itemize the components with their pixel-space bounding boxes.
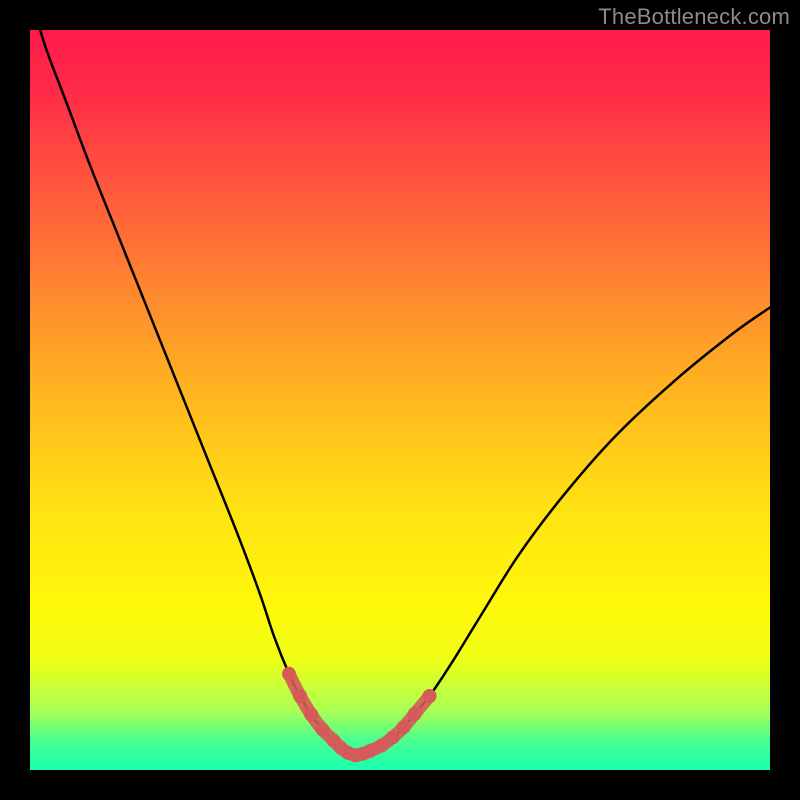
watermark-text: TheBottleneck.com — [598, 4, 790, 30]
bottleneck-highlight — [282, 667, 437, 762]
highlight-dot — [315, 722, 329, 736]
curve-overlay — [30, 30, 770, 770]
highlight-dot — [386, 730, 400, 744]
highlight-dot — [397, 720, 411, 734]
bottleneck-curve — [30, 30, 770, 755]
highlight-dot — [282, 667, 296, 681]
curve-right-path — [356, 308, 770, 756]
highlight-dot — [408, 707, 422, 721]
highlight-dot — [423, 689, 437, 703]
plot-area — [30, 30, 770, 770]
curve-left-path — [30, 30, 356, 755]
highlight-dot — [293, 689, 307, 703]
chart-frame: TheBottleneck.com — [0, 0, 800, 800]
highlight-dot — [304, 708, 318, 722]
